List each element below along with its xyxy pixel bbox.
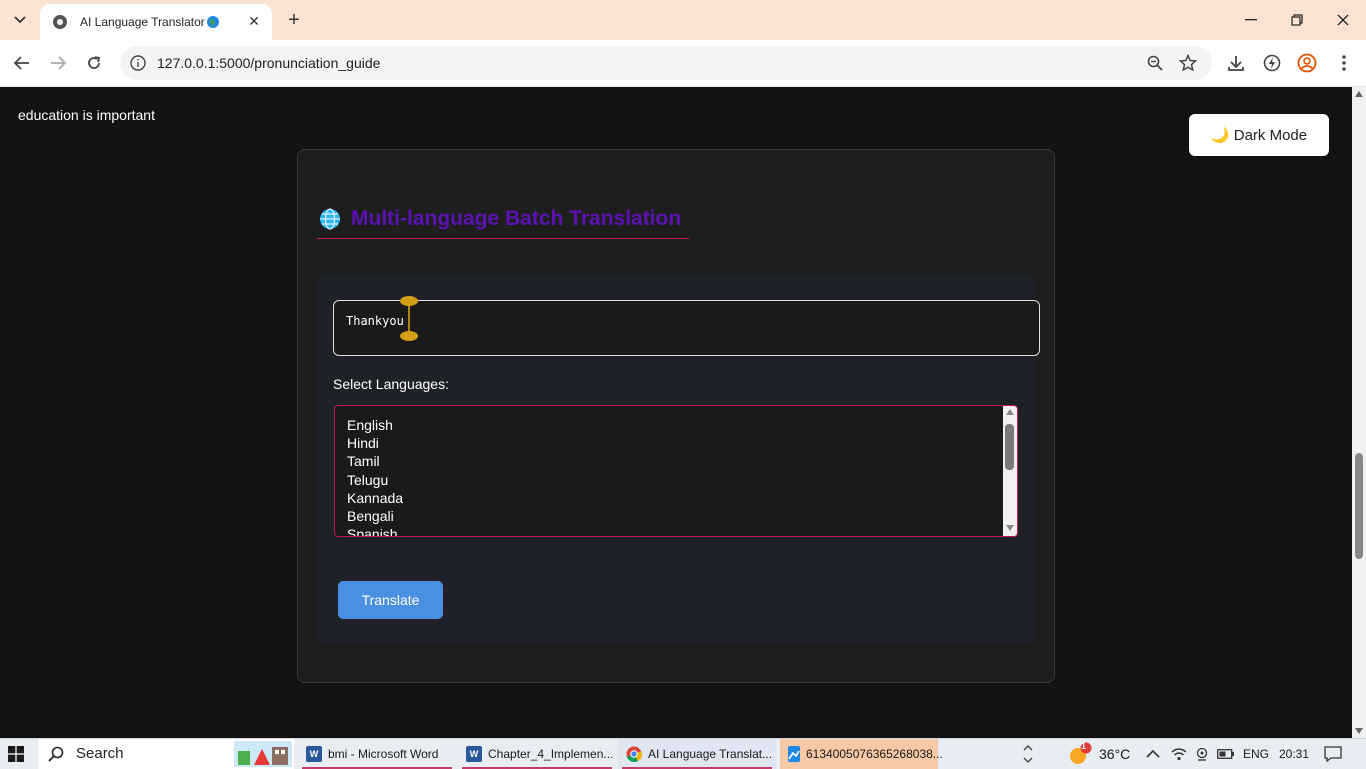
camera-icon[interactable]: [1194, 739, 1210, 769]
clock-time[interactable]: 20:31: [1279, 739, 1309, 769]
language-option[interactable]: Tamil: [347, 453, 380, 469]
input-value: Thankyou: [346, 314, 404, 328]
browser-tab-active[interactable]: AI Language Translator ✕: [40, 4, 272, 40]
taskbar-item-label: Chapter_4_Implemen...: [488, 747, 614, 761]
dark-mode-button[interactable]: 🌙 Dark Mode: [1189, 114, 1329, 156]
page-content: education is important 🌙 Dark Mode Multi…: [0, 87, 1352, 738]
language-option[interactable]: Telugu: [347, 472, 388, 488]
weather-badge: 1: [1081, 741, 1087, 751]
input-language-indicator[interactable]: ENG: [1243, 739, 1269, 769]
languages-scrollbar[interactable]: [1003, 406, 1017, 536]
site-info-icon[interactable]: [130, 55, 146, 71]
section-heading: Multi-language Batch Translation: [317, 200, 689, 239]
language-option[interactable]: Kannada: [347, 490, 403, 506]
weather-widget[interactable]: 1: [1066, 739, 1096, 769]
weather-sun-icon: [1070, 742, 1092, 764]
language-option[interactable]: Hindi: [347, 435, 379, 451]
page-scroll-up-icon[interactable]: [1355, 91, 1363, 97]
word-app-icon: W: [306, 746, 322, 762]
scroll-down-arrow-icon[interactable]: [1006, 525, 1014, 531]
photos-app-icon: [788, 746, 800, 762]
taskbar-item-label: 6134005076365268038...: [806, 747, 943, 761]
select-languages-label: Select Languages:: [333, 376, 449, 392]
browser-tab-bar: AI Language Translator ✕ +: [0, 0, 1366, 40]
back-arrow-icon[interactable]: [10, 51, 34, 75]
url-text: 127.0.0.1:5000/pronunciation_guide: [157, 55, 381, 71]
languages-multiselect[interactable]: English Hindi Tamil Telugu Kannada Benga…: [334, 405, 1018, 537]
wifi-icon[interactable]: [1171, 739, 1187, 769]
language-option[interactable]: English: [347, 417, 393, 433]
search-highlight-illustration-icon: [234, 741, 292, 767]
new-tab-icon[interactable]: +: [282, 8, 306, 32]
language-option[interactable]: Spanish: [347, 526, 398, 536]
globe-emoji-icon: [206, 16, 219, 28]
heading-text: Multi-language Batch Translation: [351, 207, 682, 230]
search-label: Search: [76, 745, 124, 762]
taskbar-scroll-arrows-icon[interactable]: [1020, 739, 1036, 769]
show-hidden-icons-icon[interactable]: [1146, 739, 1160, 769]
taskbar-image-file[interactable]: 6134005076365268038...: [780, 739, 943, 769]
close-tab-icon[interactable]: ✕: [246, 13, 262, 30]
translate-button[interactable]: Translate: [338, 581, 443, 619]
profile-avatar-icon[interactable]: [1296, 52, 1318, 74]
temperature-text: 36°C: [1099, 746, 1131, 762]
globe-icon: [320, 208, 340, 230]
taskbar-item-label: bmi - Microsoft Word: [328, 747, 439, 761]
translation-form: Thankyou Select Languages: English Hindi…: [317, 274, 1040, 644]
scrollbar-thumb[interactable]: [1005, 424, 1014, 470]
battery-icon[interactable]: [1217, 739, 1235, 769]
bookmark-star-icon[interactable]: [1179, 54, 1197, 72]
tab-search-chevron-icon[interactable]: [8, 8, 32, 32]
search-icon: [48, 746, 64, 762]
page-scroll-down-icon[interactable]: [1355, 728, 1363, 734]
taskbar-item-label: AI Language Translat...: [648, 747, 773, 761]
word-app-icon: W: [466, 746, 482, 762]
tab-title: AI Language Translator: [80, 15, 205, 29]
text-selection-handles-icon[interactable]: [399, 296, 419, 342]
forward-arrow-icon[interactable]: [46, 51, 70, 75]
page-favicon-icon: [52, 14, 68, 30]
taskbar-search-box[interactable]: Search: [38, 739, 294, 769]
restore-window-icon[interactable]: [1274, 0, 1320, 40]
scroll-up-arrow-icon[interactable]: [1006, 409, 1014, 415]
zoom-icon[interactable]: [1146, 54, 1164, 72]
text-to-translate-input[interactable]: Thankyou: [333, 300, 1040, 356]
browser-menu-icon[interactable]: [1333, 52, 1355, 74]
language-option[interactable]: Bengali: [347, 508, 394, 524]
top-text: education is important: [18, 107, 155, 123]
taskbar-chrome-translator[interactable]: AI Language Translat...: [618, 739, 776, 769]
performance-icon[interactable]: [1261, 52, 1283, 74]
taskbar-word-chapter4[interactable]: W Chapter_4_Implemen...: [458, 739, 616, 769]
taskbar-word-bmi[interactable]: W bmi - Microsoft Word: [298, 739, 456, 769]
reload-icon[interactable]: [82, 51, 106, 75]
browser-toolbar: 127.0.0.1:5000/pronunciation_guide: [0, 40, 1366, 87]
page-scrollbar-thumb[interactable]: [1355, 453, 1363, 559]
windows-start-icon[interactable]: [8, 746, 24, 762]
minimize-window-icon[interactable]: [1228, 0, 1274, 40]
batch-translation-card: Multi-language Batch Translation Thankyo…: [297, 149, 1055, 683]
windows-taskbar: Search W bmi - Microsoft Word W Chapter_…: [0, 738, 1366, 769]
page-scrollbar[interactable]: [1352, 87, 1366, 738]
close-window-icon[interactable]: [1320, 0, 1366, 40]
download-icon[interactable]: [1225, 52, 1247, 74]
address-bar[interactable]: 127.0.0.1:5000/pronunciation_guide: [120, 46, 1212, 80]
notifications-icon[interactable]: [1324, 739, 1342, 769]
chrome-app-icon: [626, 746, 642, 762]
